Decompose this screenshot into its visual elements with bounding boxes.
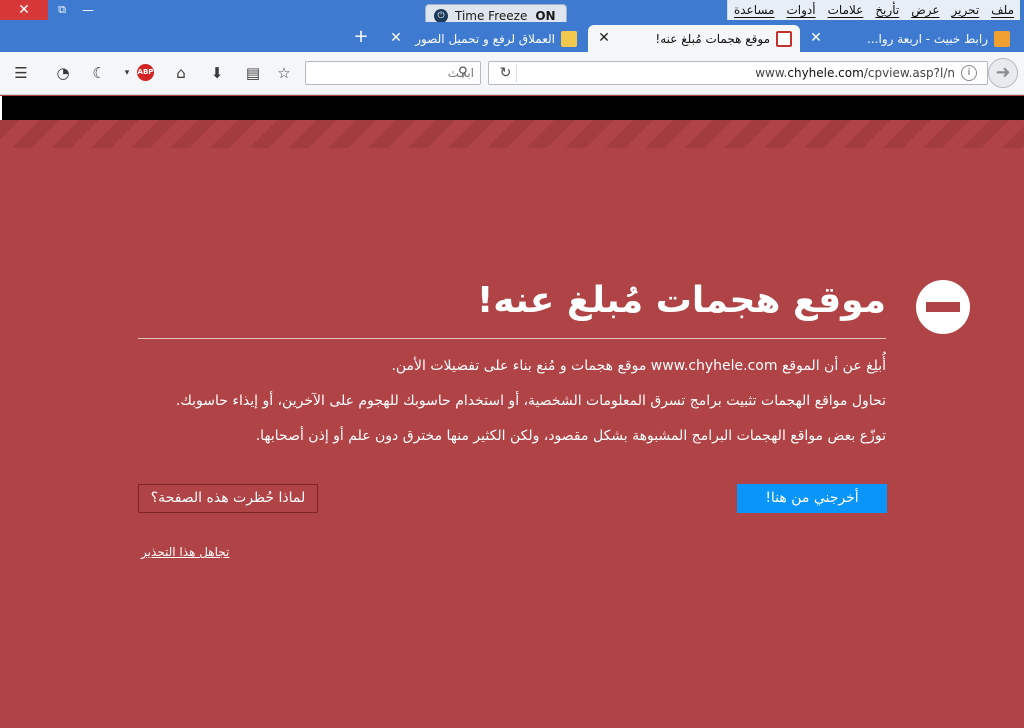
tab-malicious-link[interactable]: رابط خبيث - اربعة روا... ✕ xyxy=(810,25,1010,52)
new-tab-button[interactable]: + xyxy=(350,26,372,48)
extension-icon[interactable]: ◔ xyxy=(52,62,74,84)
tab-title: رابط خبيث - اربعة روا... xyxy=(867,31,988,46)
menu-view[interactable]: عرض xyxy=(905,0,945,20)
url-path: /cpview.asp?l/n xyxy=(863,66,955,80)
warning-favicon-icon xyxy=(994,30,1010,47)
menu-tools[interactable]: أدوات xyxy=(781,0,822,20)
error-description-2: تحاول مواقع الهجمات تثبيت برامج تسرق الم… xyxy=(175,393,886,409)
info-icon[interactable]: i xyxy=(961,65,977,81)
menu-help[interactable]: مساعدة xyxy=(728,0,781,20)
blocked-icon-bar xyxy=(926,302,960,312)
tab-attack-site[interactable]: موقع هجمات مُبلغ عنه! ✕ xyxy=(588,25,800,52)
menu-bar: ملف تحرير عرض تأريخ علامات أدوات مساعدة xyxy=(726,0,1020,20)
blocked-favicon-icon xyxy=(776,30,792,47)
back-arrow-icon[interactable]: ➜ xyxy=(988,58,1018,88)
menu-bookmarks[interactable]: علامات xyxy=(822,0,870,20)
ignore-warning-link[interactable]: تجاهل هذا التحذير xyxy=(141,545,229,559)
night-mode-icon[interactable]: ☾ xyxy=(88,62,110,84)
menu-icon[interactable]: ☰ xyxy=(10,62,32,84)
bookmark-star-icon[interactable]: ☆ xyxy=(273,62,295,84)
abp-icon[interactable]: ABP xyxy=(137,64,154,81)
download-icon[interactable]: ⬇ xyxy=(206,62,228,84)
error-description-3: توزّع بعض مواقع الهجمات البرامج المشبوهة… xyxy=(255,428,886,444)
home-icon[interactable]: ⌂ xyxy=(170,62,192,84)
menu-file[interactable]: ملف xyxy=(985,0,1020,20)
window-close-button[interactable]: ✕ xyxy=(0,0,48,20)
menu-edit[interactable]: تحرير xyxy=(946,0,986,20)
time-freeze-label: Time Freeze xyxy=(455,9,528,23)
tab-close-icon[interactable]: ✕ xyxy=(808,30,824,46)
url-text[interactable]: www.chyhele.com/cpview.asp?l/n xyxy=(525,66,955,80)
search-box[interactable]: ⚲ xyxy=(305,61,481,85)
time-freeze-icon: ⏻ xyxy=(434,9,448,23)
reload-icon[interactable]: ↻ xyxy=(495,64,517,82)
site-favicon-icon xyxy=(561,30,577,47)
tab-title: موقع هجمات مُبلغ عنه! xyxy=(655,31,770,46)
tab-close-icon[interactable]: ✕ xyxy=(596,30,612,46)
url-domain: chyhele.com xyxy=(787,66,864,80)
title-divider xyxy=(138,338,886,339)
window-restore-button[interactable]: ⧉ xyxy=(52,0,72,20)
tab-title: العملاق لرفع و تحميل الصور xyxy=(415,31,555,46)
reading-list-icon[interactable]: ▤ xyxy=(242,62,264,84)
tab-close-icon[interactable]: ✕ xyxy=(388,30,404,46)
error-description-1: أُبلِغ عن أن الموقع www.chyhele.com موقع… xyxy=(391,358,886,374)
nav-toolbar: ☰ ◔ ☾ ▾ ABP ⌂ ⬇ ▤ ☆ ⚲ ↻ www.chyhele.com/… xyxy=(0,52,1024,95)
url-prefix: www. xyxy=(755,66,788,80)
why-blocked-button[interactable]: لماذا حُظرت هذه الصفحة؟ xyxy=(138,484,318,513)
url-bar[interactable]: ↻ www.chyhele.com/cpview.asp?l/n i xyxy=(488,61,988,85)
abp-dropdown-icon[interactable]: ▾ xyxy=(122,62,132,84)
menu-history[interactable]: تأريخ xyxy=(869,0,905,20)
get-me-out-button[interactable]: أخرجني من هنا! xyxy=(737,484,887,513)
search-input[interactable] xyxy=(374,65,474,81)
blocked-icon xyxy=(916,280,970,334)
page-title: موقع هجمات مُبلغ عنه! xyxy=(476,280,886,321)
page-header-bar xyxy=(0,96,1024,120)
tab-image-upload[interactable]: العملاق لرفع و تحميل الصور ✕ xyxy=(388,25,583,52)
page-header-edge xyxy=(0,96,2,120)
window-minimize-button[interactable]: — xyxy=(78,0,98,20)
warning-stripes xyxy=(0,120,1024,148)
time-freeze-state: ON xyxy=(535,9,556,23)
tab-strip: رابط خبيث - اربعة روا... ✕ موقع هجمات مُ… xyxy=(0,22,1024,52)
